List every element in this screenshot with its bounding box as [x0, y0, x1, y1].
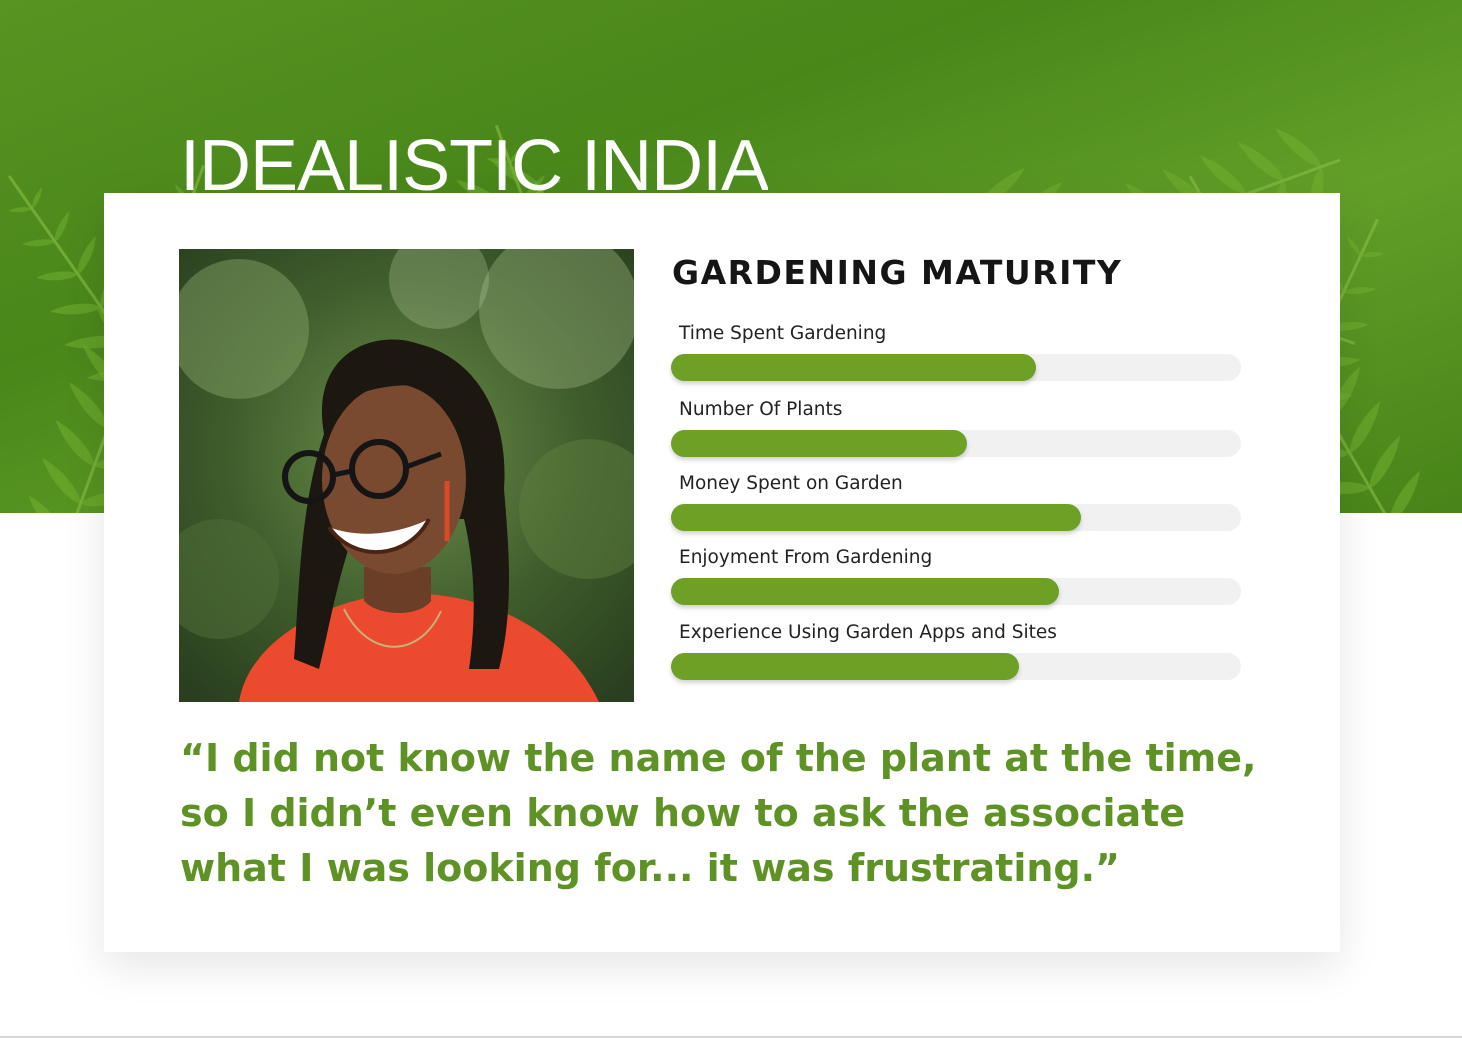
metric-number-of-plants: Number Of Plants: [671, 398, 1241, 457]
progress-track: [671, 653, 1241, 680]
progress-fill: [671, 354, 1036, 381]
progress-fill: [671, 653, 1019, 680]
progress-fill: [671, 578, 1059, 605]
metric-enjoyment: Enjoyment From Gardening: [671, 546, 1241, 605]
metric-time-spent: Time Spent Gardening: [671, 322, 1241, 381]
progress-track: [671, 354, 1241, 381]
persona-name: IDEALISTIC INDIA: [180, 126, 769, 196]
metric-label: Time Spent Gardening: [679, 323, 887, 344]
progress-fill: [671, 504, 1082, 531]
persona-card: GARDENING MATURITY Time Spent Gardening …: [104, 193, 1340, 952]
metric-label: Money Spent on Garden: [679, 473, 903, 494]
progress-track: [671, 430, 1241, 457]
metric-label: Number Of Plants: [679, 399, 843, 420]
progress-track: [671, 504, 1241, 531]
progress-fill: [671, 430, 968, 457]
persona-photo: [179, 249, 634, 702]
gardening-maturity-title: GARDENING MATURITY: [672, 253, 1123, 292]
progress-track: [671, 578, 1241, 605]
footer-divider: [0, 1036, 1462, 1038]
metric-garden-apps-experience: Experience Using Garden Apps and Sites: [671, 621, 1241, 680]
metric-money-spent: Money Spent on Garden: [671, 472, 1241, 531]
persona-quote: “I did not know the name of the plant at…: [180, 736, 1257, 890]
metric-label: Enjoyment From Gardening: [679, 547, 933, 568]
metric-label: Experience Using Garden Apps and Sites: [679, 622, 1057, 643]
